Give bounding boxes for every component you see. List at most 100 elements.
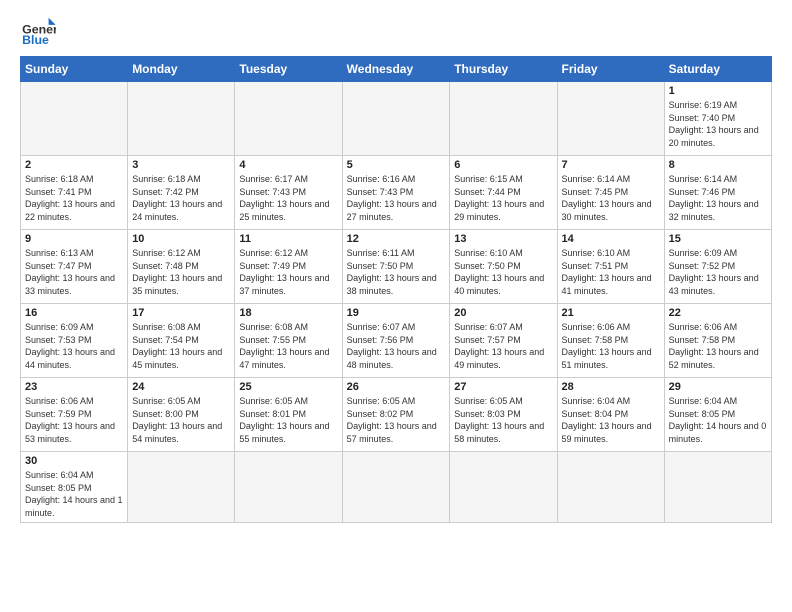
day-info: Sunrise: 6:18 AM Sunset: 7:41 PM Dayligh… [25,173,123,223]
calendar-cell [21,82,128,156]
calendar-cell [342,82,450,156]
day-number: 2 [25,159,123,171]
calendar-cell: 1 Sunrise: 6:19 AM Sunset: 7:40 PM Daylig… [664,82,771,156]
calendar-cell: 13 Sunrise: 6:10 AM Sunset: 7:50 PM Dayli… [450,230,557,304]
day-number: 30 [25,455,123,467]
day-number: 12 [347,233,446,245]
day-info: Sunrise: 6:06 AM Sunset: 7:58 PM Dayligh… [562,321,660,371]
day-number: 3 [132,159,230,171]
calendar-cell: 2 Sunrise: 6:18 AM Sunset: 7:41 PM Daylig… [21,156,128,230]
day-number: 20 [454,307,552,319]
calendar-cell: 16 Sunrise: 6:09 AM Sunset: 7:53 PM Dayli… [21,304,128,378]
calendar-cell [128,452,235,523]
day-info: Sunrise: 6:19 AM Sunset: 7:40 PM Dayligh… [669,99,767,149]
day-number: 17 [132,307,230,319]
calendar-cell [342,452,450,523]
day-info: Sunrise: 6:18 AM Sunset: 7:42 PM Dayligh… [132,173,230,223]
day-info: Sunrise: 6:14 AM Sunset: 7:46 PM Dayligh… [669,173,767,223]
day-number: 13 [454,233,552,245]
calendar: SundayMondayTuesdayWednesdayThursdayFrid… [20,56,772,523]
calendar-cell: 25 Sunrise: 6:05 AM Sunset: 8:01 PM Dayli… [235,378,342,452]
day-info: Sunrise: 6:06 AM Sunset: 7:58 PM Dayligh… [669,321,767,371]
header: General Blue [20,16,772,46]
day-number: 6 [454,159,552,171]
day-info: Sunrise: 6:05 AM Sunset: 8:02 PM Dayligh… [347,395,446,445]
calendar-cell: 4Sunrise: 6:17 AM Sunset: 7:43 PM Daylig… [235,156,342,230]
day-info: Sunrise: 6:09 AM Sunset: 7:53 PM Dayligh… [25,321,123,371]
day-info: Sunrise: 6:10 AM Sunset: 7:50 PM Dayligh… [454,247,552,297]
day-info: Sunrise: 6:11 AM Sunset: 7:50 PM Dayligh… [347,247,446,297]
day-number: 10 [132,233,230,245]
day-number: 14 [562,233,660,245]
day-info: Sunrise: 6:12 AM Sunset: 7:49 PM Dayligh… [239,247,337,297]
calendar-cell: 17 Sunrise: 6:08 AM Sunset: 7:54 PM Dayli… [128,304,235,378]
day-info: Sunrise: 6:04 AM Sunset: 8:05 PM Dayligh… [669,395,767,445]
day-info: Sunrise: 6:04 AM Sunset: 8:05 PM Dayligh… [25,469,123,519]
day-number: 28 [562,381,660,393]
calendar-cell: 24 Sunrise: 6:05 AM Sunset: 8:00 PM Dayli… [128,378,235,452]
page: General Blue SundayMondayTuesdayWednesda… [0,0,792,533]
day-number: 22 [669,307,767,319]
day-number: 11 [239,233,337,245]
calendar-cell: 28 Sunrise: 6:04 AM Sunset: 8:04 PM Dayli… [557,378,664,452]
calendar-cell: 10Sunrise: 6:12 AM Sunset: 7:48 PM Dayli… [128,230,235,304]
day-number: 7 [562,159,660,171]
calendar-cell: 6 Sunrise: 6:15 AM Sunset: 7:44 PM Daylig… [450,156,557,230]
day-info: Sunrise: 6:07 AM Sunset: 7:56 PM Dayligh… [347,321,446,371]
calendar-cell [128,82,235,156]
calendar-cell: 18 Sunrise: 6:08 AM Sunset: 7:55 PM Dayli… [235,304,342,378]
calendar-cell [664,452,771,523]
day-number: 4 [239,159,337,171]
calendar-cell: 30 Sunrise: 6:04 AM Sunset: 8:05 PM Dayli… [21,452,128,523]
calendar-cell: 19 Sunrise: 6:07 AM Sunset: 7:56 PM Dayli… [342,304,450,378]
svg-text:Blue: Blue [22,33,49,46]
day-header-sunday: Sunday [21,57,128,82]
calendar-cell: 21 Sunrise: 6:06 AM Sunset: 7:58 PM Dayli… [557,304,664,378]
calendar-cell [450,452,557,523]
day-info: Sunrise: 6:06 AM Sunset: 7:59 PM Dayligh… [25,395,123,445]
day-number: 18 [239,307,337,319]
calendar-cell [557,452,664,523]
calendar-cell: 26Sunrise: 6:05 AM Sunset: 8:02 PM Dayli… [342,378,450,452]
day-number: 9 [25,233,123,245]
calendar-cell [235,452,342,523]
day-number: 19 [347,307,446,319]
calendar-cell: 23 Sunrise: 6:06 AM Sunset: 7:59 PM Dayli… [21,378,128,452]
day-header-thursday: Thursday [450,57,557,82]
day-info: Sunrise: 6:04 AM Sunset: 8:04 PM Dayligh… [562,395,660,445]
day-number: 1 [669,85,767,97]
calendar-cell: 14 Sunrise: 6:10 AM Sunset: 7:51 PM Dayli… [557,230,664,304]
calendar-cell: 12 Sunrise: 6:11 AM Sunset: 7:50 PM Dayli… [342,230,450,304]
day-info: Sunrise: 6:08 AM Sunset: 7:54 PM Dayligh… [132,321,230,371]
day-number: 21 [562,307,660,319]
day-header-monday: Monday [128,57,235,82]
day-info: Sunrise: 6:09 AM Sunset: 7:52 PM Dayligh… [669,247,767,297]
day-number: 24 [132,381,230,393]
day-number: 5 [347,159,446,171]
day-number: 23 [25,381,123,393]
day-info: Sunrise: 6:08 AM Sunset: 7:55 PM Dayligh… [239,321,337,371]
day-info: Sunrise: 6:13 AM Sunset: 7:47 PM Dayligh… [25,247,123,297]
day-number: 8 [669,159,767,171]
calendar-cell: 9 Sunrise: 6:13 AM Sunset: 7:47 PM Daylig… [21,230,128,304]
day-header-friday: Friday [557,57,664,82]
calendar-cell: 15 Sunrise: 6:09 AM Sunset: 7:52 PM Dayli… [664,230,771,304]
day-number: 15 [669,233,767,245]
calendar-cell: 3 Sunrise: 6:18 AM Sunset: 7:42 PM Daylig… [128,156,235,230]
day-header-tuesday: Tuesday [235,57,342,82]
day-info: Sunrise: 6:10 AM Sunset: 7:51 PM Dayligh… [562,247,660,297]
calendar-cell: 11 Sunrise: 6:12 AM Sunset: 7:49 PM Dayli… [235,230,342,304]
day-number: 25 [239,381,337,393]
logo-icon: General Blue [20,16,56,46]
logo: General Blue [20,16,56,46]
calendar-cell: 27 Sunrise: 6:05 AM Sunset: 8:03 PM Dayli… [450,378,557,452]
day-number: 16 [25,307,123,319]
calendar-cell [450,82,557,156]
day-number: 29 [669,381,767,393]
day-info: Sunrise: 6:05 AM Sunset: 8:03 PM Dayligh… [454,395,552,445]
day-info: Sunrise: 6:05 AM Sunset: 8:01 PM Dayligh… [239,395,337,445]
day-info: Sunrise: 6:15 AM Sunset: 7:44 PM Dayligh… [454,173,552,223]
calendar-cell: 5Sunrise: 6:16 AM Sunset: 7:43 PM Daylig… [342,156,450,230]
day-info: Sunrise: 6:05 AM Sunset: 8:00 PM Dayligh… [132,395,230,445]
day-number: 27 [454,381,552,393]
